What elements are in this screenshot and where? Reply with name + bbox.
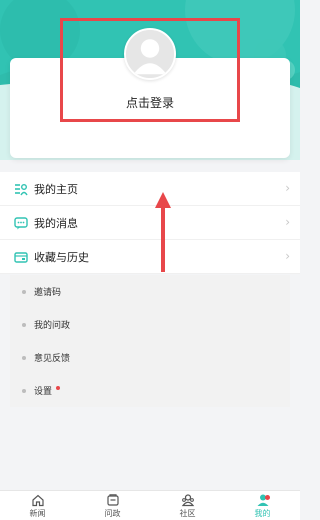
tab-label: 社区	[179, 508, 196, 518]
chevron-right-icon: ›	[285, 249, 290, 263]
menu-item-favorites-history[interactable]: 收藏与历史 ›	[0, 240, 300, 274]
community-icon	[181, 493, 194, 506]
home-icon	[31, 494, 44, 506]
sub-item-label: 设置	[34, 387, 53, 397]
tab-label: 我的	[254, 508, 271, 518]
menu-item-my-homepage[interactable]: 我的主页 ›	[0, 172, 300, 206]
main-menu: 我的主页 › 我的消息 › 收藏与历史 ›	[0, 172, 300, 274]
bullet-dot	[22, 289, 26, 294]
tab-label: 问政	[104, 508, 121, 518]
chevron-right-icon: ›	[285, 181, 290, 195]
favorites-history-icon	[14, 251, 28, 263]
bullet-dot	[22, 388, 26, 393]
menu-item-label: 收藏与历史	[34, 250, 89, 264]
annotation-arrow-head	[155, 192, 171, 208]
sub-item-label: 邀请码	[34, 288, 62, 298]
menu-item-label: 我的主页	[34, 182, 78, 196]
bottom-tab-bar: 新闻 问政 社区 我的	[0, 490, 300, 520]
sub-item-my-inquiries[interactable]: 我的问政	[10, 308, 290, 341]
home-profile-icon	[15, 183, 28, 195]
inquiry-icon	[106, 493, 119, 506]
sub-item-settings[interactable]: 设置	[10, 374, 290, 407]
sub-item-label: 意见反馈	[34, 354, 71, 364]
tab-label: 新闻	[29, 508, 46, 518]
tab-news[interactable]: 新闻	[0, 491, 75, 520]
notification-badge	[56, 385, 61, 390]
annotation-arrow-shaft	[161, 205, 165, 272]
annotation-highlight-box	[60, 18, 240, 122]
tab-community[interactable]: 社区	[150, 491, 225, 520]
sub-item-invite-code[interactable]: 邀请码	[10, 275, 290, 308]
menu-item-label: 我的消息	[34, 216, 78, 230]
bullet-dot	[22, 355, 26, 360]
chevron-right-icon: ›	[285, 215, 290, 229]
bullet-dot	[22, 322, 26, 327]
menu-item-my-messages[interactable]: 我的消息 ›	[0, 206, 300, 240]
sub-item-feedback[interactable]: 意见反馈	[10, 341, 290, 374]
notification-badge	[265, 495, 270, 500]
tab-mine[interactable]: 我的	[225, 491, 300, 520]
message-icon	[14, 216, 28, 229]
sub-menu: 邀请码 我的问政 意见反馈 设置	[10, 275, 290, 407]
sub-item-label: 我的问政	[34, 321, 71, 331]
tab-inquiry[interactable]: 问政	[75, 491, 150, 520]
